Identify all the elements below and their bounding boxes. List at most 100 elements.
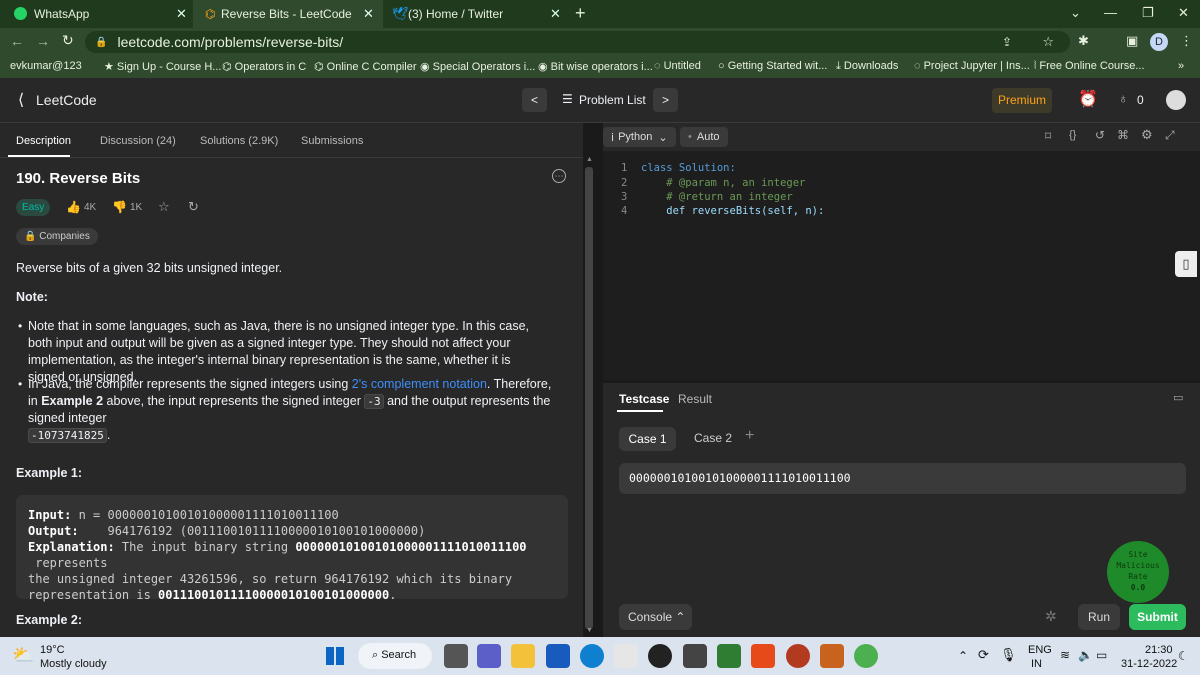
prev-problem-button[interactable]: < [522, 88, 547, 112]
twos-complement-link[interactable]: 2's complement notation [352, 377, 487, 391]
app-icon[interactable] [820, 644, 844, 668]
next-problem-button[interactable]: > [653, 88, 678, 112]
file-explorer-icon[interactable] [511, 644, 535, 668]
bookmark-item[interactable]: evkumar@123 [10, 60, 82, 72]
like-icon[interactable]: 👍 [66, 200, 81, 214]
run-button[interactable]: Run [1078, 604, 1120, 630]
app-icon[interactable] [683, 644, 707, 668]
auto-mode-toggle[interactable]: • Auto [680, 127, 728, 147]
tab-result[interactable]: Result [678, 392, 712, 406]
lang-1[interactable]: ENG [1028, 644, 1052, 656]
tray-app-icon[interactable]: ⟳ [978, 647, 989, 663]
menu-icon[interactable]: ⋮ [1180, 33, 1193, 49]
premium-button[interactable]: Premium [992, 88, 1052, 113]
scroll-down-arrow[interactable]: ▼ [586, 627, 593, 634]
tab-leetcode[interactable]: ⌬ Reverse Bits - LeetCode ✕ [193, 0, 383, 28]
close-icon[interactable]: ✕ [363, 6, 374, 22]
close-icon[interactable]: ✕ [176, 6, 187, 22]
testcase-input[interactable]: 00000010100101000001111010011100 [619, 463, 1186, 494]
tab-whatsapp[interactable]: WhatsApp ✕ [0, 0, 190, 28]
tab-submissions[interactable]: Submissions [301, 135, 363, 147]
problem-list-link[interactable]: Problem List [579, 93, 646, 107]
new-tab-button[interactable]: + [575, 3, 586, 24]
office-icon[interactable] [751, 644, 775, 668]
leetcode-logo-icon[interactable]: ⟨ [18, 90, 24, 110]
forward-icon[interactable]: → [36, 33, 50, 49]
app-icon[interactable] [786, 644, 810, 668]
tab-discussion[interactable]: Discussion (24) [100, 135, 176, 147]
wifi-icon[interactable]: ≋ [1060, 648, 1070, 662]
start-icon[interactable] [326, 647, 344, 665]
restore-button[interactable]: ❐ [1142, 5, 1154, 21]
dislike-icon[interactable]: 👎 [112, 200, 127, 214]
search-box[interactable]: ⌕ Search [358, 643, 432, 669]
star-icon[interactable]: ☆ [158, 199, 170, 215]
bookmark-icon[interactable]: ⌑ [1045, 129, 1051, 143]
case-1-tab[interactable]: Case 1 [619, 427, 676, 451]
companies-button[interactable]: 🔒 Companies [16, 228, 98, 245]
fire-icon[interactable]: ♁ [1118, 90, 1129, 106]
tab-twitter[interactable]: 🕊 (3) Home / Twitter ✕ [386, 0, 568, 28]
word-icon[interactable] [546, 644, 570, 668]
notification-icon[interactable]: ☾ [1178, 649, 1189, 663]
braces-icon[interactable]: {} [1069, 129, 1076, 141]
console-button[interactable]: Console ⌃ [619, 604, 692, 630]
sidepanel-icon[interactable]: ▣ [1126, 33, 1138, 49]
expand-icon[interactable]: ⤢ [1165, 128, 1175, 143]
submit-button[interactable]: Submit [1129, 604, 1186, 630]
microphone-icon[interactable]: 🎙 [1000, 647, 1017, 663]
weather-icon[interactable]: ⛅ [12, 645, 34, 666]
store-icon[interactable] [614, 644, 638, 668]
language-select[interactable]: ⅰ Python ⌄ [603, 127, 676, 147]
panel-resize-handle[interactable]: ▲ ▼ [583, 123, 603, 637]
bookmark-item[interactable]: ◉ Bit wise operators i... [538, 60, 653, 73]
avatar[interactable]: D [1150, 33, 1168, 51]
bookmark-item[interactable]: ◌ Project Jupyter | Ins... [914, 60, 1030, 72]
bookmark-item[interactable]: ⦚ Free Online Course... [1034, 60, 1145, 73]
tab-solutions[interactable]: Solutions (2.9K) [200, 135, 278, 147]
bookmark-item[interactable]: ⤓ Downloads [836, 60, 898, 73]
scrollbar-thumb[interactable] [585, 167, 593, 629]
logo-text[interactable]: LeetCode [36, 92, 97, 108]
tab-testcase[interactable]: Testcase [619, 392, 669, 406]
close-icon[interactable]: ✕ [550, 6, 561, 22]
bookmark-item[interactable]: ⌬ Online C Compiler [314, 60, 417, 73]
edge-icon[interactable] [580, 644, 604, 668]
shortcut-icon[interactable]: ⌘ [1117, 128, 1129, 142]
bookmark-item[interactable]: ★ Sign Up - Course H... [104, 60, 221, 73]
minimize-button[interactable]: — [1104, 5, 1117, 20]
bookmark-item[interactable]: ◉ Special Operators i... [420, 60, 535, 73]
chrome-icon[interactable] [854, 644, 878, 668]
battery-icon[interactable]: ▭ [1096, 648, 1107, 662]
bookmark-item[interactable]: ⌬ Operators in C [222, 60, 306, 73]
reload-icon[interactable]: ↻ [62, 32, 74, 49]
back-icon[interactable]: ← [10, 33, 24, 49]
panel-toggle-icon[interactable]: ▭ [1173, 391, 1183, 404]
volume-icon[interactable]: 🔈 [1078, 648, 1093, 662]
task-view-icon[interactable] [444, 644, 468, 668]
address-bar[interactable]: 🔒 leetcode.com/problems/reverse-bits/ ⇪ … [85, 31, 1070, 53]
tray-chevron-icon[interactable]: ⌃ [958, 649, 968, 663]
bookmarks-overflow-icon[interactable]: » [1178, 60, 1184, 72]
scroll-up-arrow[interactable]: ▲ [586, 156, 593, 163]
window-close-button[interactable]: ✕ [1178, 5, 1189, 21]
add-case-button[interactable]: + [745, 427, 754, 445]
chevron-down-icon[interactable]: ⌄ [1070, 5, 1081, 21]
dell-icon[interactable] [648, 644, 672, 668]
clock-date[interactable]: 31-12-2022 [1121, 658, 1177, 670]
notes-icon[interactable]: ▯ [1175, 251, 1197, 277]
extensions-icon[interactable]: ✱ [1078, 33, 1089, 49]
clock-time[interactable]: 21:30 [1145, 644, 1173, 656]
bookmark-item[interactable]: ◌ Untitled [654, 60, 701, 72]
debug-icon[interactable]: ✲ [1045, 608, 1057, 625]
star-icon[interactable]: ☆ [1042, 34, 1054, 50]
alarm-icon[interactable]: ⏰ [1078, 89, 1098, 109]
more-options-icon[interactable]: ⋯ [552, 169, 566, 183]
case-2-tab[interactable]: Case 2 [694, 431, 732, 445]
teams-icon[interactable] [477, 644, 501, 668]
reset-icon[interactable]: ↺ [1095, 128, 1105, 142]
avatar[interactable] [1166, 90, 1186, 110]
tab-description[interactable]: Description [16, 135, 71, 147]
share-icon[interactable]: ↻ [188, 199, 199, 215]
settings-icon[interactable]: ⚙ [1141, 127, 1153, 143]
